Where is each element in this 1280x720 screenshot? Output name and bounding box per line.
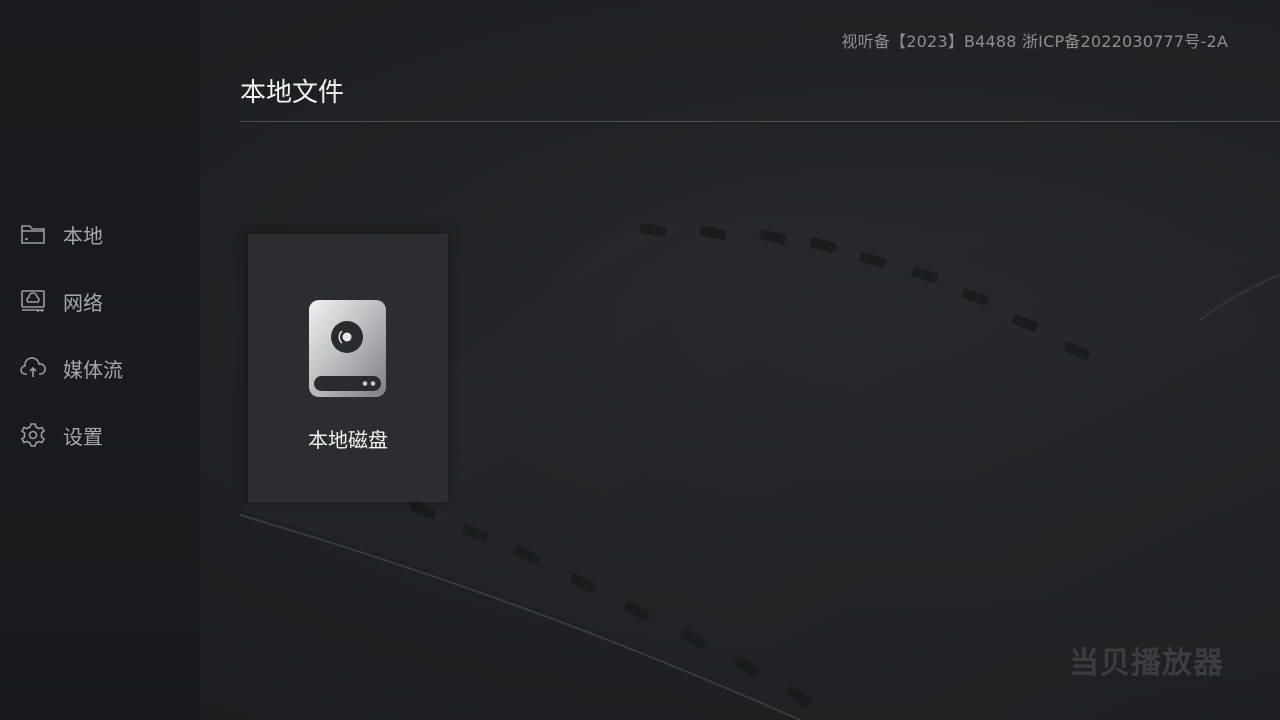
sidebar: 本地 网络 媒体流 设置 <box>0 0 200 720</box>
page-title: 本地文件 <box>240 78 345 108</box>
sidebar-item-label: 设置 <box>63 424 103 449</box>
sidebar-item-label: 本地 <box>63 223 103 248</box>
sidebar-item-network[interactable]: 网络 <box>20 281 190 321</box>
sidebar-item-settings[interactable]: 设置 <box>20 415 190 455</box>
gear-icon <box>20 422 46 448</box>
cloud-upload-icon <box>20 355 46 381</box>
sidebar-item-label: 媒体流 <box>63 357 123 382</box>
sidebar-item-label: 网络 <box>63 290 103 315</box>
hard-disk-icon <box>309 300 386 397</box>
title-divider <box>240 121 1280 122</box>
network-drive-icon <box>20 288 46 314</box>
sidebar-item-local[interactable]: 本地 <box>20 214 190 254</box>
folder-icon <box>20 221 46 247</box>
tile-label: 本地磁盘 <box>308 428 388 452</box>
sidebar-nav: 本地 网络 媒体流 设置 <box>20 214 190 482</box>
app-screen: 本地 网络 媒体流 设置 视听备【2023】B4488 浙ICP备2022030… <box>0 0 1280 720</box>
local-disk-tile[interactable]: 本地磁盘 <box>248 234 448 502</box>
sidebar-item-streaming[interactable]: 媒体流 <box>20 348 190 388</box>
brand-watermark: 当贝播放器 <box>1069 646 1224 681</box>
license-text: 视听备【2023】B4488 浙ICP备2022030777号-2A <box>841 32 1228 51</box>
